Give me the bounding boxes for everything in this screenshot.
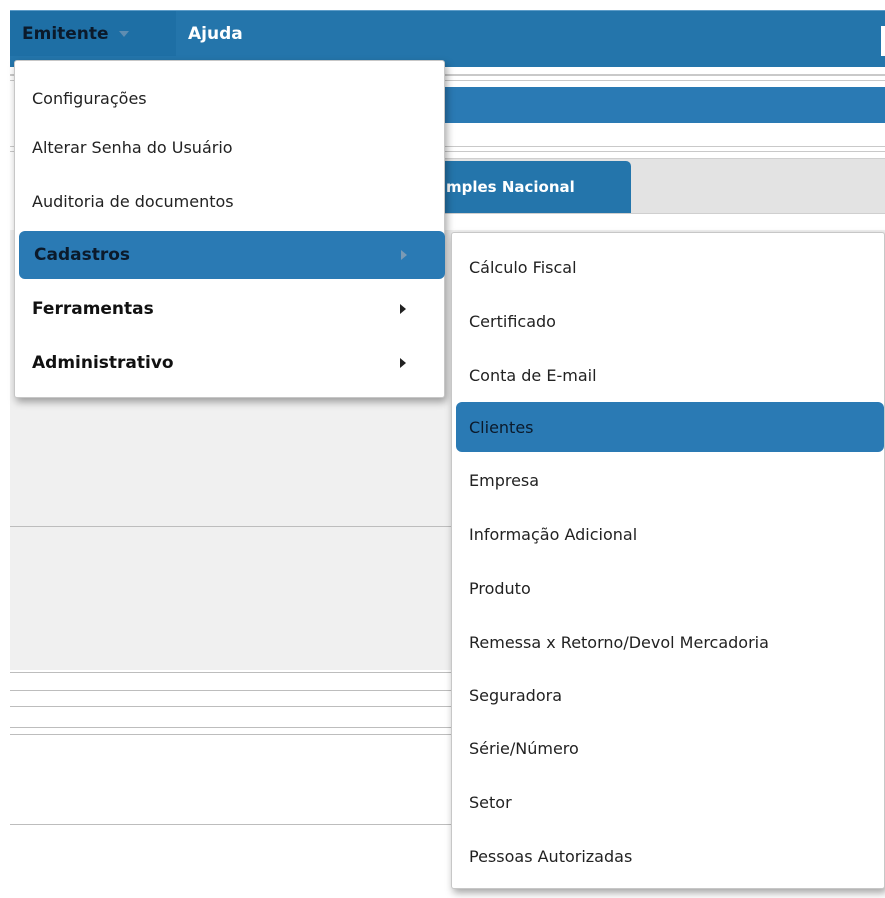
menu-ajuda[interactable]: Ajuda xyxy=(188,11,243,56)
menu-item-label: Configurações xyxy=(32,88,147,108)
menu-item-alterar-senha[interactable]: Alterar Senha do Usuário xyxy=(17,123,444,171)
submenu-item-conta-email[interactable]: Conta de E-mail xyxy=(456,350,884,400)
submenu-item-serie-numero[interactable]: Série/Número xyxy=(456,723,884,773)
tab-simples-nacional[interactable]: mples Nacional xyxy=(430,161,631,213)
chevron-down-icon xyxy=(118,30,129,37)
submenu-item-label: Setor xyxy=(469,792,512,812)
submenu-item-label: Informação Adicional xyxy=(469,524,638,544)
menu-item-cadastros[interactable]: Cadastros xyxy=(19,231,445,279)
cadastros-submenu: Cálculo Fiscal Certificado Conta de E-ma… xyxy=(451,232,885,889)
chevron-right-icon xyxy=(401,250,407,260)
tab-label: mples Nacional xyxy=(446,178,575,196)
menu-item-ferramentas[interactable]: Ferramentas xyxy=(17,285,444,333)
menu-item-label: Ferramentas xyxy=(32,299,154,319)
submenu-item-label: Remessa x Retorno/Devol Mercadoria xyxy=(469,632,769,652)
submenu-item-label: Cálculo Fiscal xyxy=(469,257,577,277)
submenu-item-label: Série/Número xyxy=(469,738,579,758)
submenu-item-certificado[interactable]: Certificado xyxy=(456,296,884,346)
submenu-item-produto[interactable]: Produto xyxy=(456,563,884,613)
menu-emitente[interactable]: Emitente xyxy=(10,11,176,56)
menu-item-auditoria[interactable]: Auditoria de documentos xyxy=(17,177,444,225)
submenu-item-label: Clientes xyxy=(469,417,534,437)
menu-item-administrativo[interactable]: Administrativo xyxy=(17,339,444,387)
submenu-item-informacao-adicional[interactable]: Informação Adicional xyxy=(456,509,884,559)
menu-ajuda-label: Ajuda xyxy=(188,23,243,44)
submenu-item-remessa-retorno[interactable]: Remessa x Retorno/Devol Mercadoria xyxy=(456,617,884,667)
submenu-item-label: Pessoas Autorizadas xyxy=(469,846,633,866)
menu-item-label: Alterar Senha do Usuário xyxy=(32,137,233,157)
section-header-band xyxy=(430,87,885,123)
menu-item-label: Auditoria de documentos xyxy=(32,191,234,211)
chevron-right-icon xyxy=(400,304,406,314)
submenu-item-setor[interactable]: Setor xyxy=(456,777,884,827)
submenu-item-seguradora[interactable]: Seguradora xyxy=(456,670,884,720)
menu-emitente-label: Emitente xyxy=(22,23,109,44)
menubar-edge xyxy=(881,26,885,56)
menu-item-configuracoes[interactable]: Configurações xyxy=(17,74,444,122)
submenu-item-label: Produto xyxy=(469,578,531,598)
top-menubar: Emitente Ajuda xyxy=(10,10,885,67)
submenu-item-label: Certificado xyxy=(469,311,556,331)
submenu-item-label: Seguradora xyxy=(469,685,563,705)
submenu-item-label: Conta de E-mail xyxy=(469,365,597,385)
chevron-right-icon xyxy=(400,358,406,368)
submenu-item-pessoas-autorizadas[interactable]: Pessoas Autorizadas xyxy=(456,831,884,881)
submenu-item-calculo-fiscal[interactable]: Cálculo Fiscal xyxy=(456,242,884,292)
emitente-dropdown-menu: Configurações Alterar Senha do Usuário A… xyxy=(14,60,445,398)
submenu-item-clientes[interactable]: Clientes xyxy=(456,402,884,452)
menu-item-label: Administrativo xyxy=(32,353,174,373)
submenu-item-label: Empresa xyxy=(469,470,540,490)
menu-item-label: Cadastros xyxy=(34,245,131,265)
submenu-item-empresa[interactable]: Empresa xyxy=(456,455,884,505)
